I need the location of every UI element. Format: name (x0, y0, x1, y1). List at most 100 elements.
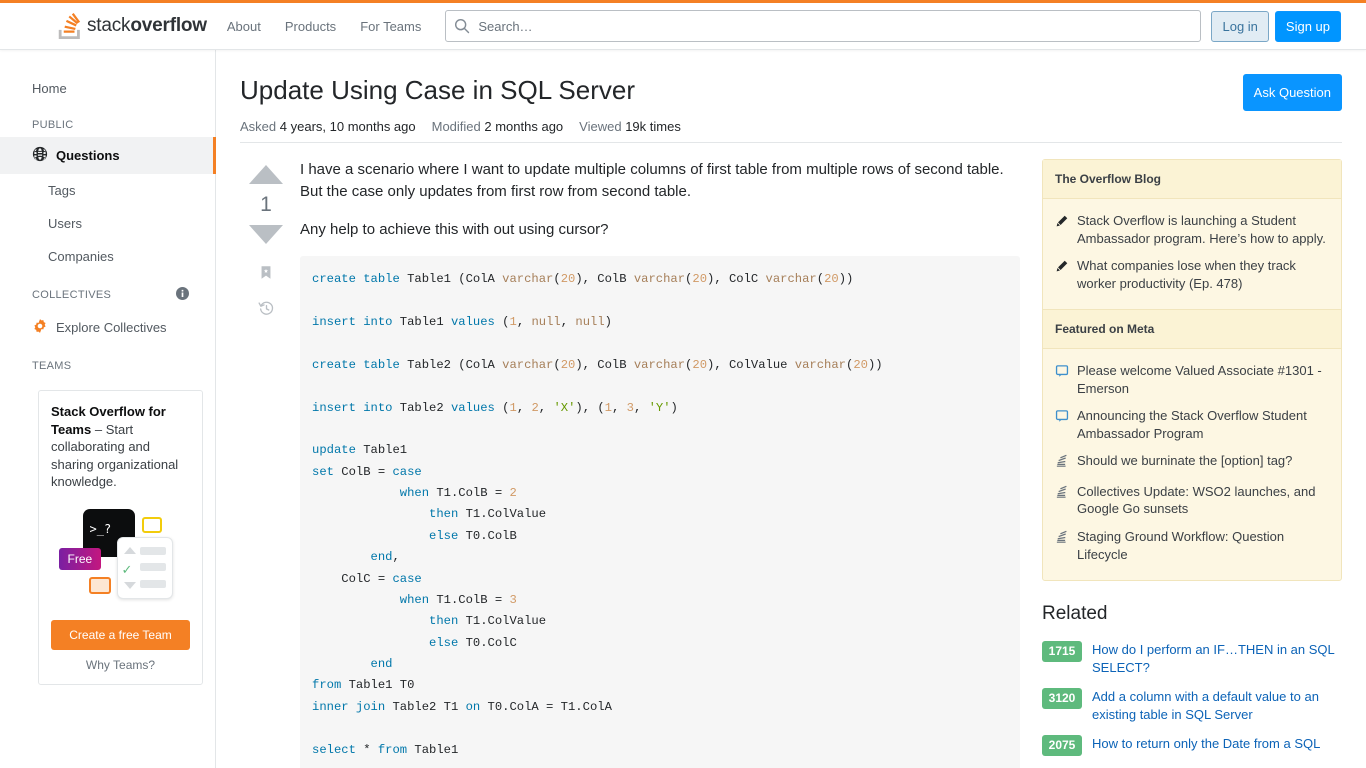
question-body: I have a scenario where I want to update… (292, 159, 1020, 768)
ask-question-button[interactable]: Ask Question (1242, 74, 1342, 111)
related-link[interactable]: How to return only the Date from a SQL (1092, 735, 1320, 753)
code-block: create table Table1 (ColA varchar(20), C… (300, 256, 1020, 768)
content-columns: 1 I have a scenario where I want to upda… (240, 159, 1342, 768)
code-content: create table Table1 (ColA varchar(20), C… (312, 272, 883, 757)
list-item[interactable]: 3120 Add a column with a default value t… (1042, 682, 1342, 729)
question-post: 1 I have a scenario where I want to upda… (240, 159, 1020, 768)
question-meta: Asked 4 years, 10 months ago Modified 2 … (240, 119, 1342, 142)
related-list: 1715 How do I perform an IF…THEN in an S… (1042, 635, 1342, 762)
related-header: Related (1042, 603, 1108, 625)
sidebar-item-label: Home (32, 81, 67, 96)
search-input[interactable]: Search… (445, 10, 1202, 42)
meta-stack-icon (1055, 454, 1069, 473)
list-item-label: Stack Overflow is launching a Student Am… (1077, 213, 1326, 246)
speech-bubble-icon (1055, 364, 1069, 383)
sidebar-section-label: TEAMS (32, 360, 72, 372)
divider (240, 142, 1342, 143)
pencil-icon (1055, 259, 1069, 278)
related-score-badge: 3120 (1042, 688, 1082, 710)
create-free-team-button[interactable]: Create a free Team (51, 619, 190, 650)
yellow-speech-bubble-icon (141, 516, 162, 533)
sidebar-item-users[interactable]: Users (0, 207, 215, 240)
sidebar-section-label: PUBLIC (32, 119, 74, 131)
meta-asked: Asked 4 years, 10 months ago (240, 119, 416, 134)
sidebar-item-label: Questions (56, 148, 120, 163)
list-item[interactable]: Please welcome Valued Associate #1301 - … (1055, 357, 1329, 402)
globe-icon (32, 146, 48, 165)
search-icon (454, 18, 470, 39)
nav-for-teams[interactable]: For Teams (348, 3, 433, 50)
site-logo-text: stackoverflow (87, 15, 207, 36)
list-item-label: Staging Ground Workflow: Question Lifecy… (1077, 529, 1285, 562)
speech-bubble-icon (1055, 409, 1069, 428)
terminal-prompt-glyph: >_? (89, 521, 112, 536)
overflow-blog-header: The Overflow Blog (1043, 160, 1341, 199)
sidebar-section-label: COLLECTIVES (32, 289, 112, 301)
vote-score: 1 (260, 193, 272, 216)
teams-promo-card: Stack Overflow for Teams – Start collabo… (38, 390, 203, 685)
list-item-label: Should we burninate the [option] tag? (1077, 453, 1293, 469)
right-sidebar: The Overflow Blog Stack Overflow is laun… (1042, 159, 1342, 762)
sidebar-section-public: PUBLIC (0, 105, 215, 137)
vote-card-illustration: ✓ (116, 536, 173, 599)
related-link[interactable]: Add a column with a default value to an … (1092, 688, 1342, 723)
list-item[interactable]: Staging Ground Workflow: Question Lifecy… (1055, 523, 1329, 568)
list-item-label: Collectives Update: WSO2 launches, and G… (1077, 483, 1316, 517)
page-title: Update Using Case in SQL Server (240, 75, 636, 105)
list-item[interactable]: 2075 How to return only the Date from a … (1042, 729, 1342, 762)
question-paragraph-2: Any help to achieve this with out using … (300, 220, 609, 238)
site-logo[interactable]: stackoverflow (50, 3, 215, 50)
sidebar-section-collectives: COLLECTIVES (0, 273, 215, 309)
list-item[interactable]: 1715 How do I perform an IF…THEN in an S… (1042, 635, 1342, 682)
related-score-badge: 1715 (1042, 641, 1082, 663)
signup-button[interactable]: Sign up (1274, 10, 1341, 42)
meta-stack-icon (1055, 530, 1069, 549)
downvote-arrow-icon[interactable] (249, 225, 283, 244)
nav-about[interactable]: About (215, 3, 273, 50)
vote-cell: 1 (240, 159, 292, 768)
rail-card: The Overflow Blog Stack Overflow is laun… (1042, 159, 1342, 582)
featured-on-meta-header: Featured on Meta (1043, 309, 1341, 350)
teams-promo-illustration: >_? Free ✓ (58, 505, 181, 610)
featured-on-meta-list: Please welcome Valued Associate #1301 - … (1043, 349, 1341, 580)
sidebar-item-label: Explore Collectives (56, 320, 167, 335)
list-item[interactable]: Announcing the Stack Overflow Student Am… (1055, 402, 1329, 447)
stack-overflow-logo-icon (58, 13, 82, 39)
sidebar-item-home[interactable]: Home (0, 72, 215, 105)
why-teams-link[interactable]: Why Teams? (51, 658, 190, 672)
upvote-arrow-icon[interactable] (249, 165, 283, 184)
list-item[interactable]: Collectives Update: WSO2 launches, and G… (1055, 478, 1329, 523)
info-icon[interactable] (176, 287, 189, 303)
login-button[interactable]: Log in (1211, 10, 1269, 42)
list-item-label: Please welcome Valued Associate #1301 - … (1077, 363, 1322, 396)
sidebar-item-tags[interactable]: Tags (0, 174, 215, 207)
meta-stack-icon (1055, 485, 1069, 504)
question-paragraph-1: I have a scenario where I want to update… (300, 161, 1004, 200)
page-body: Home PUBLIC Questions Tags Users Compani… (0, 50, 1366, 768)
related-link[interactable]: How do I perform an IF…THEN in an SQL SE… (1092, 641, 1342, 676)
list-item[interactable]: Should we burninate the [option] tag? (1055, 447, 1329, 478)
overflow-blog-list: Stack Overflow is launching a Student Am… (1043, 199, 1341, 309)
sidebar-item-companies[interactable]: Companies (0, 240, 215, 273)
list-item[interactable]: What companies lose when they track work… (1055, 252, 1329, 297)
list-item[interactable]: Stack Overflow is launching a Student Am… (1055, 207, 1329, 252)
site-header: stackoverflow About Products For Teams S… (0, 3, 1366, 50)
related-score-badge: 2075 (1042, 735, 1082, 757)
sidebar-item-label: Tags (48, 183, 76, 198)
sidebar-item-label: Users (48, 216, 82, 231)
pencil-icon (1055, 214, 1069, 233)
sidebar-section-teams: TEAMS (0, 346, 215, 378)
sidebar-item-explore-collectives[interactable]: Explore Collectives (0, 309, 215, 346)
nav-products[interactable]: Products (273, 3, 348, 50)
bookmark-icon[interactable] (258, 264, 274, 286)
history-clock-icon[interactable] (257, 300, 275, 322)
list-item-label: What companies lose when they track work… (1077, 258, 1296, 291)
left-sidebar: Home PUBLIC Questions Tags Users Compani… (0, 50, 216, 768)
meta-modified: Modified 2 months ago (431, 119, 564, 134)
teams-promo-text: Stack Overflow for Teams – Start collabo… (51, 403, 190, 491)
sidebar-item-label: Companies (48, 249, 114, 264)
sidebar-item-questions[interactable]: Questions (0, 137, 216, 174)
meta-viewed: Viewed 19k times (579, 119, 681, 134)
question-header: Update Using Case in SQL Server Ask Ques… (240, 74, 1342, 111)
main-content: Update Using Case in SQL Server Ask Ques… (216, 50, 1366, 768)
